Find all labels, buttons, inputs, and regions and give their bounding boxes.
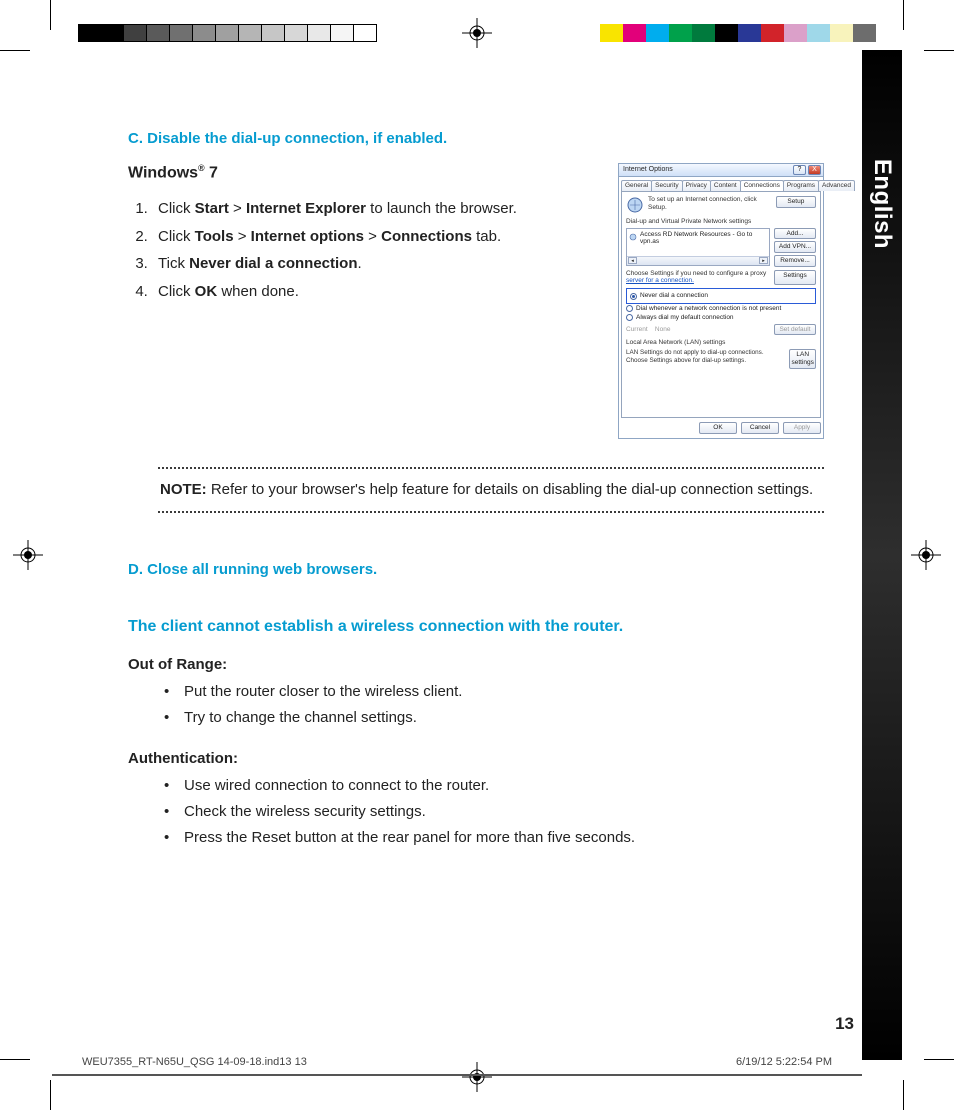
add-vpn-button[interactable]: Add VPN... xyxy=(774,241,816,253)
radio-dial-when[interactable]: Dial whenever a network connection is no… xyxy=(626,305,816,313)
tab-privacy[interactable]: Privacy xyxy=(682,180,711,191)
apply-button[interactable]: Apply xyxy=(783,422,821,434)
dialog-title: Internet Options xyxy=(621,166,673,174)
crop-mark xyxy=(903,0,904,30)
crop-mark xyxy=(924,1059,954,1060)
tab-general[interactable]: General xyxy=(621,180,652,191)
footer-meta: WEU7355_RT-N65U_QSG 14-09-18.ind13 13 6/… xyxy=(52,1046,862,1076)
radio-always-dial[interactable]: Always dial my default connection xyxy=(626,314,816,322)
internet-options-dialog: Internet Options ? X General Security Pr… xyxy=(618,163,824,439)
radio-never-dial[interactable]: Never dial a connection xyxy=(630,292,812,300)
section-c-heading: C. Disable the dial-up connection, if en… xyxy=(128,130,824,147)
radio-dot-icon xyxy=(626,314,633,321)
list-item: Press the Reset button at the rear panel… xyxy=(184,825,824,851)
settings-button[interactable]: Settings xyxy=(774,270,816,286)
list-item-label: Access RD Network Resources - Go to vpn.… xyxy=(640,231,767,247)
step-2: Click Tools > Internet options > Connect… xyxy=(152,224,604,250)
add-button[interactable]: Add... xyxy=(774,228,816,240)
tab-advanced[interactable]: Advanced xyxy=(818,180,855,191)
out-of-range-heading: Out of Range: xyxy=(128,656,824,673)
ok-button[interactable]: OK xyxy=(699,422,737,434)
network-icon xyxy=(629,233,637,244)
crop-mark xyxy=(0,1059,30,1060)
step-3: Tick Never dial a connection. xyxy=(152,251,604,277)
step-1: Click Start > Internet Explorer to launc… xyxy=(152,196,604,222)
crop-mark xyxy=(50,0,51,30)
page-content: C. Disable the dial-up connection, if en… xyxy=(128,130,824,1000)
dialog-tabs: General Security Privacy Content Connect… xyxy=(619,177,823,191)
authentication-heading: Authentication: xyxy=(128,750,824,767)
current-label: Current None xyxy=(626,326,670,334)
note-text: Refer to your browser's help feature for… xyxy=(207,481,814,498)
note-box: NOTE: Refer to your browser's help featu… xyxy=(158,467,824,514)
remove-button[interactable]: Remove... xyxy=(774,255,816,267)
cancel-button[interactable]: Cancel xyxy=(741,422,779,434)
setup-button[interactable]: Setup xyxy=(776,196,816,208)
proxy-text: Choose Settings if you need to configure… xyxy=(626,270,770,286)
footer-timestamp: 6/19/12 5:22:54 PM xyxy=(736,1056,832,1068)
tab-connections[interactable]: Connections xyxy=(740,180,784,191)
setup-text: To set up an Internet connection, click … xyxy=(648,196,772,212)
crop-mark xyxy=(924,50,954,51)
list-item: Use wired connection to connect to the r… xyxy=(184,773,824,799)
crop-mark xyxy=(50,1080,51,1110)
crop-mark xyxy=(0,50,30,51)
horizontal-scrollbar[interactable]: ◂ ▸ xyxy=(627,256,769,265)
radio-dot-icon xyxy=(630,293,637,300)
section-d-heading: D. Close all running web browsers. xyxy=(128,561,824,578)
registration-mark-icon xyxy=(13,540,43,570)
footer-file: WEU7355_RT-N65U_QSG 14-09-18.ind13 13 xyxy=(82,1056,307,1068)
connection-wizard-icon xyxy=(626,196,644,214)
help-button[interactable]: ? xyxy=(793,165,806,175)
step-4: Click OK when done. xyxy=(152,279,604,305)
registration-mark-icon xyxy=(462,18,492,48)
tab-content[interactable]: Content xyxy=(710,180,741,191)
radio-dot-icon xyxy=(626,305,633,312)
lan-text: LAN Settings do not apply to dial-up con… xyxy=(626,349,785,369)
list-item: Check the wireless security settings. xyxy=(184,799,824,825)
scroll-left-icon[interactable]: ◂ xyxy=(628,257,637,264)
range-list: Put the router closer to the wireless cl… xyxy=(128,679,824,732)
set-default-button[interactable]: Set default xyxy=(774,324,816,336)
page-number: 13 xyxy=(835,1014,854,1034)
lan-settings-button[interactable]: LAN settings xyxy=(789,349,816,369)
registration-mark-icon xyxy=(911,540,941,570)
note-label: NOTE: xyxy=(160,481,207,498)
scroll-right-icon[interactable]: ▸ xyxy=(759,257,768,264)
never-dial-highlight: Never dial a connection xyxy=(626,288,816,304)
connections-listbox[interactable]: Access RD Network Resources - Go to vpn.… xyxy=(626,228,770,266)
steps-list: Click Start > Internet Explorer to launc… xyxy=(128,196,604,304)
language-tab: English xyxy=(862,50,902,1060)
troubleshoot-title: The client cannot establish a wireless c… xyxy=(128,618,824,636)
group-dialup: Dial-up and Virtual Private Network sett… xyxy=(626,218,816,226)
tab-security[interactable]: Security xyxy=(651,180,682,191)
auth-list: Use wired connection to connect to the r… xyxy=(128,773,824,852)
tab-programs[interactable]: Programs xyxy=(783,180,819,191)
list-item: Try to change the channel settings. xyxy=(184,705,824,731)
language-label: English xyxy=(868,159,896,249)
crop-mark xyxy=(903,1080,904,1110)
close-button[interactable]: X xyxy=(808,165,821,175)
group-lan: Local Area Network (LAN) settings xyxy=(626,339,816,347)
list-item: Put the router closer to the wireless cl… xyxy=(184,679,824,705)
windows7-heading: Windows® 7 xyxy=(128,163,604,182)
